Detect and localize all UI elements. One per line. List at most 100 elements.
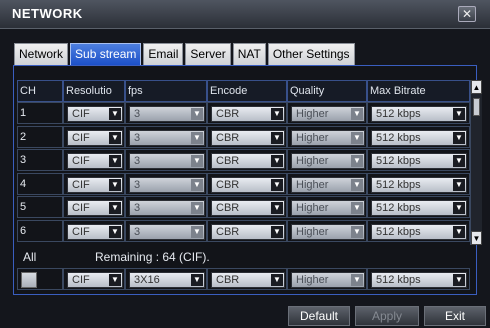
bitrate-select[interactable]: 512 kbps ▼ (371, 200, 467, 216)
all-encode-select[interactable]: CBR ▼ (211, 272, 285, 288)
quality-select[interactable]: Higher ▼ (291, 153, 365, 169)
tab-server[interactable]: Server (185, 43, 231, 65)
encode-select[interactable]: CBR ▼ (211, 200, 285, 216)
quality-select[interactable]: Higher ▼ (291, 223, 365, 240)
remaining-text: Remaining : 64 (CIF). (95, 250, 210, 264)
bitrate-select[interactable]: 512 kbps ▼ (371, 176, 467, 193)
quality-value: Higher (296, 155, 329, 167)
scroll-up-button[interactable]: ▲ (471, 80, 482, 94)
chevron-down-icon: ▼ (191, 108, 203, 120)
bitrate-select[interactable]: 512 kbps ▼ (371, 223, 467, 240)
tab-nat[interactable]: NAT (232, 43, 266, 65)
all-bitrate-cell: 512 kbps ▼ (367, 268, 470, 290)
quality-cell: Higher ▼ (287, 149, 367, 171)
chevron-down-icon: ▼ (191, 131, 203, 144)
encode-cell: CBR ▼ (207, 149, 287, 171)
encode-cell: CBR ▼ (207, 102, 287, 124)
all-bitrate-select[interactable]: 512 kbps ▼ (371, 272, 467, 288)
fps-select[interactable]: 3 ▼ (129, 176, 205, 193)
resolution-select[interactable]: CIF ▼ (67, 200, 123, 216)
chevron-down-icon: ▼ (453, 155, 465, 167)
chevron-down-icon: ▼ (191, 178, 203, 191)
encode-select[interactable]: CBR ▼ (211, 153, 285, 169)
encode-select[interactable]: CBR ▼ (211, 176, 285, 193)
encode-value: CBR (216, 108, 240, 120)
bitrate-select[interactable]: 512 kbps ▼ (371, 106, 467, 122)
all-resolution-select[interactable]: CIF ▼ (67, 272, 123, 288)
quality-select[interactable]: Higher ▼ (291, 129, 365, 146)
quality-cell: Higher ▼ (287, 125, 367, 148)
fps-cell: 3 ▼ (125, 219, 207, 242)
chevron-down-icon: ▼ (109, 108, 121, 120)
quality-select[interactable]: Higher ▼ (291, 176, 365, 193)
resolution-select[interactable]: CIF ▼ (67, 176, 123, 193)
fps-value: 3 (134, 225, 141, 238)
quality-select[interactable]: Higher ▼ (291, 200, 365, 216)
quality-value: Higher (296, 131, 329, 144)
fps-select[interactable]: 3 ▼ (129, 129, 205, 146)
chevron-down-icon: ▼ (271, 202, 283, 214)
encode-select[interactable]: CBR ▼ (211, 129, 285, 146)
exit-button[interactable]: Exit (424, 306, 486, 326)
all-resolution-value: CIF (72, 274, 90, 286)
tab-email[interactable]: Email (143, 43, 184, 65)
quality-value: Higher (296, 178, 329, 191)
chevron-down-icon: ▼ (271, 131, 283, 144)
bitrate-select[interactable]: 512 kbps ▼ (371, 129, 467, 146)
fps-value: 3 (134, 155, 141, 167)
encode-value: CBR (216, 155, 240, 167)
bitrate-value: 512 kbps (376, 131, 421, 144)
bitrate-value: 512 kbps (376, 155, 421, 167)
bitrate-cell: 512 kbps ▼ (367, 102, 470, 124)
chevron-down-icon: ▼ (109, 178, 121, 191)
apply-button[interactable]: Apply (355, 306, 419, 326)
fps-select[interactable]: 3 ▼ (129, 223, 205, 240)
all-encode-value: CBR (216, 274, 240, 286)
scroll-thumb[interactable] (473, 98, 480, 116)
quality-cell: Higher ▼ (287, 172, 367, 195)
encode-select[interactable]: CBR ▼ (211, 223, 285, 240)
all-resolution-cell: CIF ▼ (63, 268, 125, 290)
all-quality-select[interactable]: Higher ▼ (291, 272, 365, 288)
channel-number: 4 (17, 172, 63, 195)
resolution-cell: CIF ▼ (63, 102, 125, 124)
tab-network[interactable]: Network (14, 43, 69, 65)
bitrate-cell: 512 kbps ▼ (367, 149, 470, 171)
chevron-down-icon: ▼ (453, 202, 465, 214)
fps-select[interactable]: 3 ▼ (129, 153, 205, 169)
resolution-select[interactable]: CIF ▼ (67, 106, 123, 122)
channel-number: 6 (17, 219, 63, 242)
col-header-max-bitrate: Max Bitrate (367, 80, 470, 102)
all-fps-select[interactable]: 3X16 ▼ (129, 272, 205, 288)
tab-sub-stream[interactable]: Sub stream (70, 43, 142, 65)
fps-select[interactable]: 3 ▼ (129, 200, 205, 216)
bitrate-select[interactable]: 512 kbps ▼ (371, 153, 467, 169)
chevron-down-icon: ▼ (191, 225, 203, 238)
col-header-ch: CH (17, 80, 63, 102)
chevron-down-icon: ▼ (351, 155, 363, 167)
resolution-select[interactable]: CIF ▼ (67, 129, 123, 146)
encode-cell: CBR ▼ (207, 219, 287, 242)
default-button[interactable]: Default (288, 306, 350, 326)
resolution-cell: CIF ▼ (63, 172, 125, 195)
all-channels-row: CIF ▼ 3X16 ▼ CBR ▼ Higher ▼ 512 kbps ▼ (17, 268, 470, 290)
resolution-select[interactable]: CIF ▼ (67, 153, 123, 169)
chevron-down-icon: ▼ (271, 274, 283, 286)
all-fps-cell: 3X16 ▼ (125, 268, 207, 290)
encode-select[interactable]: CBR ▼ (211, 106, 285, 122)
quality-select[interactable]: Higher ▼ (291, 106, 365, 122)
close-button[interactable]: ✕ (458, 6, 476, 22)
fps-value: 3 (134, 178, 141, 191)
chevron-down-icon: ▼ (191, 274, 203, 286)
resolution-select[interactable]: CIF ▼ (67, 223, 123, 240)
resolution-value: CIF (72, 155, 90, 167)
scroll-down-button[interactable]: ▼ (471, 231, 482, 245)
tab-other-settings[interactable]: Other Settings (267, 43, 355, 65)
resolution-value: CIF (72, 108, 90, 120)
fps-select[interactable]: 3 ▼ (129, 106, 205, 122)
table-row: 5 CIF ▼ 3 ▼ CBR ▼ Higher ▼ 512 kbps ▼ (17, 196, 470, 218)
resolution-value: CIF (72, 131, 90, 144)
table-scrollbar[interactable]: ▲ ▼ (470, 80, 482, 245)
all-checkbox[interactable] (21, 272, 37, 288)
chevron-down-icon: ▼ (351, 108, 363, 120)
